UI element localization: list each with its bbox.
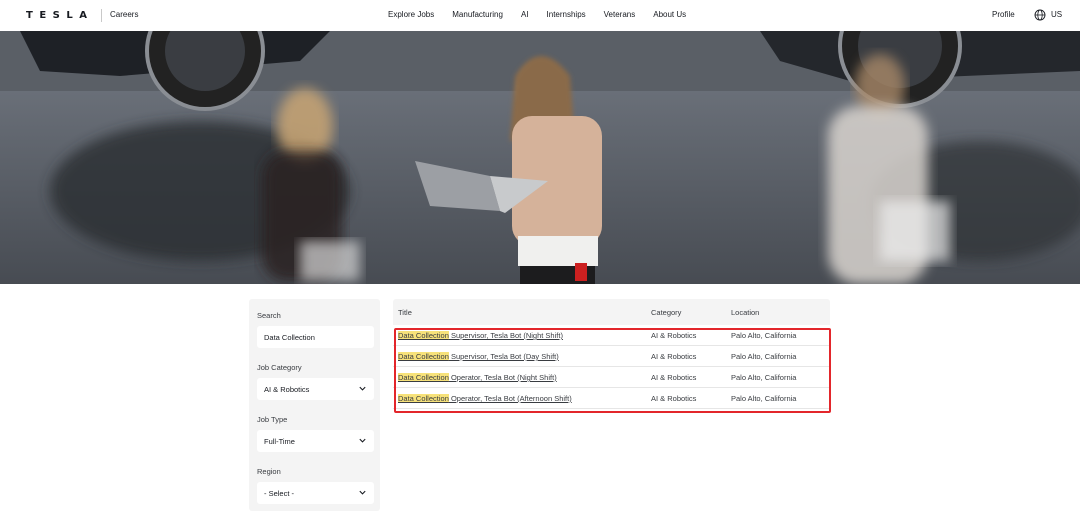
table-row[interactable]: Data Collection Supervisor, Tesla Bot (D… [393,346,830,367]
job-location: Palo Alto, California [731,373,797,382]
profile-link[interactable]: Profile [992,10,1015,19]
nav-veterans[interactable]: Veterans [604,10,636,19]
search-input[interactable]: Data Collection [257,326,374,348]
job-category: AI & Robotics [651,394,697,403]
search-highlight: Data Collection [398,331,449,340]
main-nav: Explore Jobs Manufacturing AI Internship… [388,10,704,19]
tesla-logo[interactable]: TESLA [26,10,93,21]
job-search-section: Search Data Collection Job Category AI &… [0,284,1080,511]
job-title-link[interactable]: Data Collection Supervisor, Tesla Bot (D… [398,352,559,361]
table-row[interactable]: Data Collection Supervisor, Tesla Bot (N… [393,325,830,346]
nav-explore-jobs[interactable]: Explore Jobs [388,10,434,19]
nav-manufacturing[interactable]: Manufacturing [452,10,503,19]
job-location: Palo Alto, California [731,331,797,340]
region-value: - Select - [264,489,295,498]
job-category: AI & Robotics [651,331,697,340]
region-selector[interactable]: US [1051,10,1062,19]
job-title-rest: Operator, Tesla Bot (Afternoon Shift) [448,394,572,403]
job-title-link[interactable]: Data Collection Operator, Tesla Bot (Nig… [398,373,557,382]
region-select[interactable]: - Select - [257,482,374,504]
chevron-down-icon [359,386,366,391]
careers-link[interactable]: Careers [110,10,138,19]
search-highlight: Data Collection [398,373,449,382]
nav-internships[interactable]: Internships [547,10,586,19]
search-highlight: Data Collection [398,352,449,361]
filter-panel: Search Data Collection Job Category AI &… [249,299,380,511]
job-title-rest: Operator, Tesla Bot (Night Shift) [448,373,557,382]
hero-photo-illustration [0,31,1080,284]
chevron-down-icon [359,490,366,495]
job-type-select[interactable]: Full-Time [257,430,374,452]
nav-ai[interactable]: AI [521,10,529,19]
results-table: Title Category Location Data Collection … [393,299,830,414]
job-type-value: Full-Time [264,437,295,446]
job-category-select[interactable]: AI & Robotics [257,378,374,400]
search-highlight: Data Collection [398,394,449,403]
globe-icon[interactable] [1034,9,1046,21]
site-header: TESLA Careers Explore Jobs Manufacturing… [0,0,1080,31]
job-title-link[interactable]: Data Collection Operator, Tesla Bot (Aft… [398,394,572,403]
table-row[interactable]: Data Collection Operator, Tesla Bot (Aft… [393,388,830,409]
job-category-label: Job Category [257,363,302,372]
job-title-rest: Supervisor, Tesla Bot (Night Shift) [448,331,563,340]
job-category-value: AI & Robotics [264,385,310,394]
column-category[interactable]: Category [651,308,681,317]
chevron-down-icon [359,438,366,443]
region-label: Region [257,467,281,476]
table-row[interactable]: Data Collection Operator, Tesla Bot (Nig… [393,367,830,388]
logo-divider [101,9,102,22]
results-header: Title Category Location [393,299,830,325]
job-type-label: Job Type [257,415,288,424]
job-location: Palo Alto, California [731,394,797,403]
hero-image [0,31,1080,284]
column-title[interactable]: Title [398,308,412,317]
column-location[interactable]: Location [731,308,759,317]
job-title-link[interactable]: Data Collection Supervisor, Tesla Bot (N… [398,331,563,340]
job-category: AI & Robotics [651,373,697,382]
nav-about-us[interactable]: About Us [653,10,686,19]
search-label: Search [257,311,281,320]
job-location: Palo Alto, California [731,352,797,361]
job-category: AI & Robotics [651,352,697,361]
job-title-rest: Supervisor, Tesla Bot (Day Shift) [448,352,559,361]
